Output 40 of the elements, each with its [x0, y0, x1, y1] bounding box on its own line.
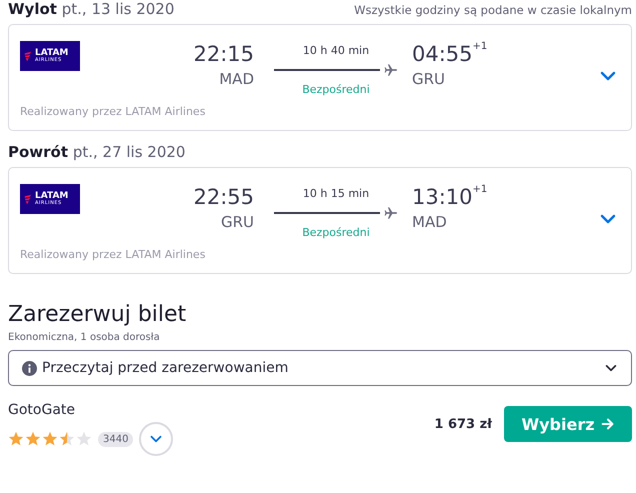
info-icon: [22, 360, 37, 376]
direct-label: Bezpośredni: [302, 83, 370, 96]
chevron-down-icon: [150, 435, 162, 443]
direct-label: Bezpośredni: [302, 226, 370, 239]
arrival-time: 13:10: [412, 184, 473, 210]
arrival-time: 04:55: [412, 41, 473, 67]
leg-title: Powrót pt., 27 lis 2020: [8, 143, 186, 161]
logo-mark-icon: [24, 194, 32, 204]
day-offset: +1: [472, 184, 488, 195]
flight-duration: 10 h 15 min: [302, 186, 370, 202]
departure-time: 22:55: [193, 184, 254, 210]
departure-airport: MAD: [219, 69, 254, 90]
price: 1 673 zł: [434, 416, 492, 432]
flight-duration: 10 h 40 min: [302, 43, 370, 59]
operator-text: Realizowany przez LATAM Airlines: [20, 105, 206, 118]
leg-title: Wylot pt., 13 lis 2020: [8, 0, 174, 18]
departure-time: 22:15: [193, 41, 254, 67]
provider-name: GotoGate: [8, 402, 76, 418]
star-icon: [76, 431, 92, 447]
star-icon: [59, 431, 75, 447]
airplane-icon: [384, 206, 398, 220]
star-icon: [25, 431, 41, 447]
booking-subtitle: Ekonomiczna, 1 osoba dorosła: [8, 332, 161, 343]
star-icon: [42, 431, 58, 447]
day-offset: +1: [472, 41, 488, 52]
arrow-right-icon: [600, 417, 615, 431]
review-count: 3440: [98, 432, 134, 446]
booking-title: Zarezerwuj bilet: [8, 302, 188, 328]
logo-mark-icon: [24, 50, 32, 62]
departure-airport: GRU: [220, 212, 254, 233]
star-icon: [8, 431, 24, 447]
operator-text: Realizowany przez LATAM Airlines: [20, 248, 206, 261]
chevron-down-icon[interactable]: [600, 214, 616, 224]
arrival-airport: MAD: [412, 212, 448, 233]
chevron-down-icon[interactable]: [600, 71, 616, 81]
airplane-icon: [384, 63, 398, 77]
notice-dropdown[interactable]: Przeczytaj przed zarezerwowaniem: [8, 350, 632, 386]
chevron-down-icon: [604, 364, 618, 372]
timezone-note: Wszystkie godziny są podane w czasie lokalnym: [354, 3, 632, 17]
arrival-airport: GRU: [412, 69, 446, 90]
